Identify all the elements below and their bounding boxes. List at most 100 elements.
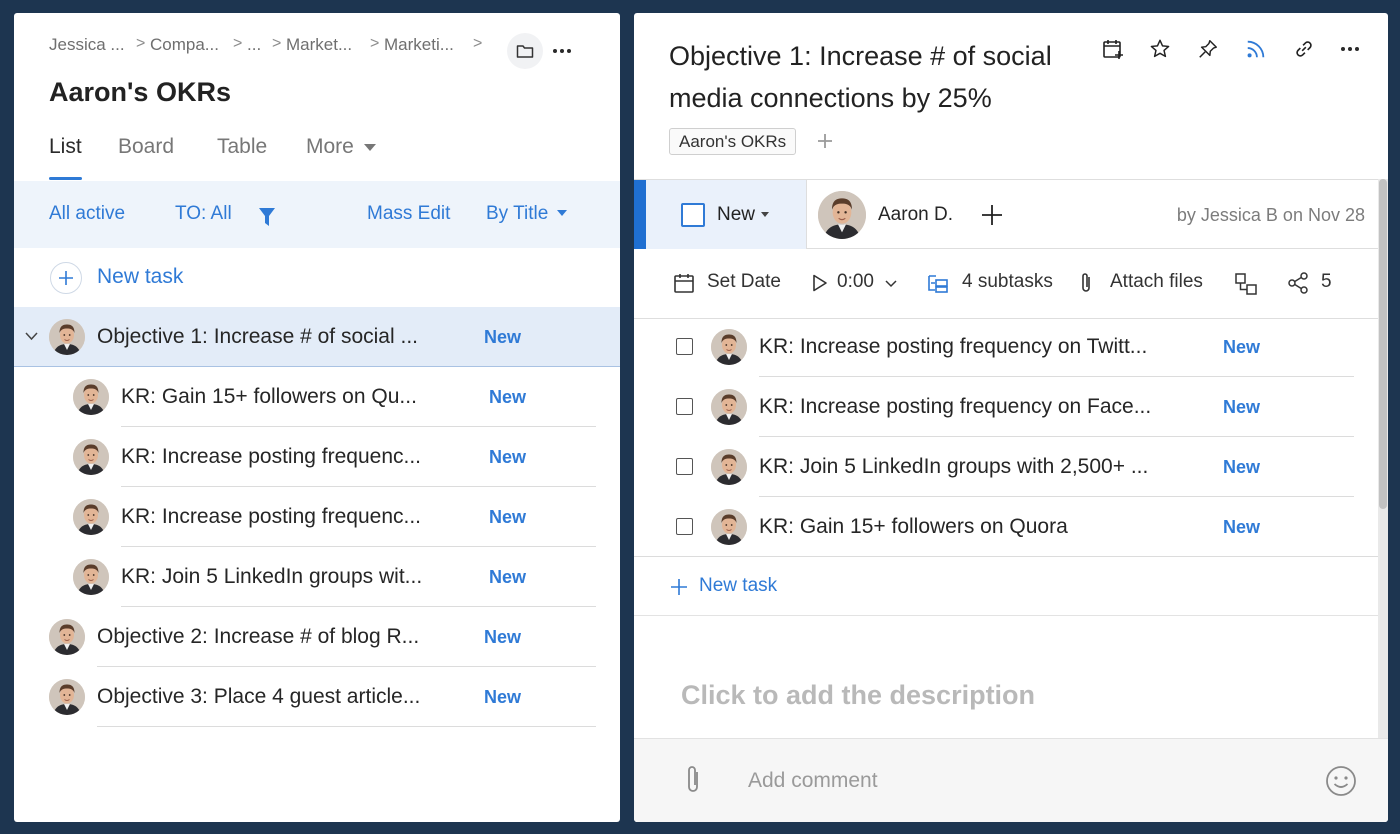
complete-checkbox[interactable] (681, 203, 705, 227)
task-title: KR: Join 5 LinkedIn groups wit... (121, 565, 423, 588)
task-title: KR: Increase posting frequenc... (121, 445, 421, 468)
active-tab-indicator (49, 177, 82, 180)
filter-icon[interactable] (258, 207, 276, 227)
subtask-checkbox[interactable] (676, 398, 693, 415)
more-options-icon[interactable] (1341, 47, 1359, 51)
scrollbar[interactable] (1378, 179, 1388, 739)
scrollbar-thumb[interactable] (1379, 179, 1387, 509)
status-badge[interactable]: New (484, 687, 521, 708)
task-title[interactable]: Objective 1: Increase # of social media … (669, 35, 1089, 119)
attach-comment-icon[interactable] (683, 764, 703, 796)
subtask-row[interactable]: KR: Gain 15+ followers on Quora New (634, 497, 1378, 557)
status-badge[interactable]: New (484, 327, 521, 348)
status-badge[interactable]: New (489, 567, 526, 588)
plus-icon (671, 579, 687, 595)
breadcrumb-separator-icon: > (272, 35, 282, 52)
task-list-panel: Jessica ... > Compa... > ... > Market...… (14, 13, 620, 822)
rss-icon (1247, 40, 1265, 58)
task-row[interactable]: Objective 1: Increase # of social ... Ne… (14, 307, 620, 367)
subtask-row[interactable]: KR: Join 5 LinkedIn groups with 2,500+ .… (634, 437, 1378, 497)
task-title: KR: Increase posting frequenc... (121, 505, 421, 528)
folder-button[interactable] (507, 33, 543, 69)
avatar (73, 439, 109, 475)
breadcrumb-item[interactable]: Marketi... (384, 35, 454, 55)
timer-value[interactable]: 0:00 (837, 271, 874, 293)
status-badge[interactable]: New (489, 447, 526, 468)
attach-files-button[interactable]: Attach files (1110, 271, 1203, 293)
status-badge[interactable]: New (484, 627, 521, 648)
calendar-add-icon (1103, 40, 1123, 59)
play-icon[interactable] (812, 274, 828, 292)
comment-input[interactable]: Add comment (748, 769, 878, 793)
subtask-row[interactable]: KR: Increase posting frequency on Face..… (634, 377, 1378, 437)
subtasks-button[interactable]: 4 subtasks (962, 271, 1053, 293)
breadcrumb-item[interactable]: Compa... (150, 35, 219, 55)
assignee-avatar[interactable] (818, 191, 866, 239)
calendar-add-button[interactable] (1099, 35, 1127, 63)
tab-more-label: More (306, 135, 354, 158)
status-badge[interactable]: New (1223, 337, 1260, 358)
avatar (73, 499, 109, 535)
copy-link-button[interactable] (1290, 35, 1318, 63)
tab-list[interactable]: List (49, 135, 82, 159)
filter-bar: All active TO: All Mass Edit By Title (14, 181, 620, 248)
avatar (73, 559, 109, 595)
chevron-down-icon[interactable] (885, 280, 897, 288)
task-row[interactable]: KR: Increase posting frequenc... New (14, 487, 620, 547)
task-detail-panel: Objective 1: Increase # of social media … (634, 13, 1388, 822)
task-row[interactable]: Objective 3: Place 4 guest article... Ne… (14, 667, 620, 727)
status-badge[interactable]: New (489, 507, 526, 528)
breadcrumb-item[interactable]: ... (247, 35, 261, 55)
breadcrumb-item[interactable]: Jessica ... (49, 35, 125, 55)
task-row[interactable]: KR: Increase posting frequenc... New (14, 427, 620, 487)
tab-board[interactable]: Board (118, 135, 174, 159)
tab-table[interactable]: Table (217, 135, 267, 159)
status-dropdown[interactable]: New (634, 180, 806, 249)
tab-more[interactable]: More (306, 135, 376, 159)
share-icon[interactable] (1286, 271, 1310, 295)
emoji-icon[interactable] (1325, 765, 1357, 797)
chevron-down-icon[interactable] (25, 332, 38, 341)
subtask-row[interactable]: KR: Increase posting frequency on Twitt.… (634, 317, 1378, 377)
caret-down-icon (363, 143, 376, 151)
assignee-filter[interactable]: TO: All (175, 203, 232, 225)
new-task-label: New task (699, 575, 778, 596)
breadcrumb-separator-icon: > (136, 35, 146, 52)
task-row[interactable]: KR: Gain 15+ followers on Qu... New (14, 367, 620, 427)
dependencies-icon[interactable] (1234, 272, 1258, 296)
more-options-icon[interactable] (553, 49, 571, 53)
status-badge[interactable]: New (1223, 517, 1260, 538)
task-title: Objective 2: Increase # of blog R... (97, 625, 420, 648)
star-icon (1150, 39, 1170, 58)
sort-dropdown[interactable]: By Title (486, 203, 567, 225)
status-badge[interactable]: New (1223, 397, 1260, 418)
task-row[interactable]: Objective 2: Increase # of blog R... New (14, 607, 620, 667)
caret-down-icon (556, 210, 567, 217)
subtask-title: KR: Increase posting frequency on Face..… (759, 395, 1152, 418)
status-filter[interactable]: All active (49, 203, 125, 225)
pin-button[interactable] (1194, 35, 1222, 63)
avatar (711, 449, 747, 485)
subtask-title: KR: Increase posting frequency on Twitt.… (759, 335, 1148, 358)
assignee-name[interactable]: Aaron D. (878, 204, 953, 226)
add-assignee-icon[interactable] (981, 204, 1003, 226)
status-badge[interactable]: New (1223, 457, 1260, 478)
folder-tag[interactable]: Aaron's OKRs (669, 128, 797, 155)
subtask-checkbox[interactable] (676, 458, 693, 475)
follow-button[interactable] (1242, 35, 1270, 63)
set-date-button[interactable]: Set Date (707, 271, 781, 293)
add-tag-icon[interactable] (817, 133, 833, 149)
star-button[interactable] (1146, 35, 1174, 63)
subtask-checkbox[interactable] (676, 518, 693, 535)
calendar-icon[interactable] (673, 272, 695, 294)
description-placeholder[interactable]: Click to add the description (681, 680, 1035, 711)
mass-edit-button[interactable]: Mass Edit (367, 203, 450, 225)
avatar (49, 679, 85, 715)
status-label: New (717, 204, 756, 225)
new-task-row[interactable]: New task (14, 248, 620, 307)
status-badge[interactable]: New (489, 387, 526, 408)
breadcrumb-item[interactable]: Market... (286, 35, 352, 55)
task-row[interactable]: KR: Join 5 LinkedIn groups wit... New (14, 547, 620, 607)
subtask-checkbox[interactable] (676, 338, 693, 355)
shared-count[interactable]: 5 (1321, 271, 1332, 293)
